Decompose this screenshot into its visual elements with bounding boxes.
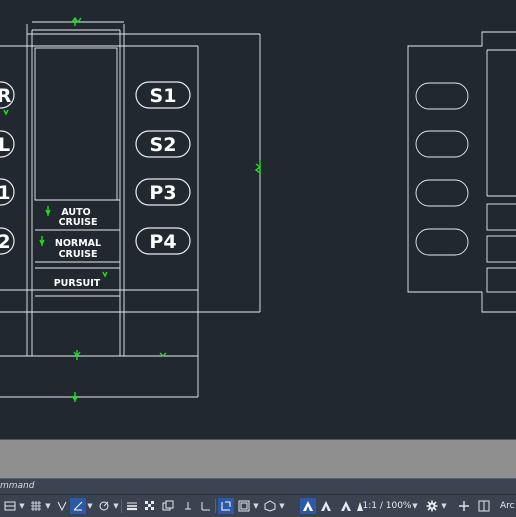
status-bar: ▼ ▼ ▼ ▼ ▼ ▼ 1:1 / 100% ▼ ▼ Arc [0,494,516,517]
dimension-grip-mode2 [39,236,45,246]
chevron-down-icon[interactable]: ▼ [86,498,94,514]
button-s1-label: S1 [150,85,177,107]
button-s2-label: S2 [150,134,177,156]
pursuit-label: PURSUIT [54,278,101,289]
left-button-2-label: L [0,134,10,156]
chevron-down-icon[interactable]: ▼ [278,498,286,514]
lineweight-icon[interactable] [124,498,140,514]
side-slot-2 [415,130,469,158]
annotation-scale-label[interactable]: 1:1 / 100% [363,498,412,514]
side-slot-1 [415,82,469,110]
divider [121,499,122,513]
cad-drawing: S1 S2 P3 P4 R L 1 2 AUTO CRUISE NORMAL C… [0,16,516,402]
command-prompt: mmand [0,481,35,491]
dimension-grip-base [71,392,79,402]
polar-tracking-icon[interactable] [96,498,112,514]
dimension-grip-mode1 [45,206,51,216]
side-tab-2 [486,235,516,263]
units-icon[interactable] [476,498,492,514]
chevron-down-icon[interactable]: ▼ [112,498,120,514]
plus-icon[interactable] [456,498,472,514]
left-button-1-label: R [0,85,12,107]
dimension-grip-left [3,109,9,116]
dimension-grip-right [254,160,262,174]
3d-osnap-icon[interactable] [180,498,196,514]
selection-cycling-icon[interactable] [160,498,176,514]
side-slot-4 [415,228,469,256]
auto-scale-icon[interactable] [300,498,316,514]
divider [215,499,216,513]
button-p3-label: P3 [149,182,176,204]
display-window [34,47,118,201]
chevron-down-icon[interactable]: ▼ [252,498,260,514]
button-p4-label: P4 [149,231,176,253]
command-history-area [0,440,516,478]
chevron-down-icon[interactable]: ▼ [411,498,419,514]
chevron-down-icon[interactable]: ▼ [44,498,52,514]
side-view-outline [407,31,516,313]
transparency-icon[interactable] [142,498,158,514]
drawing-canvas[interactable]: S1 S2 P3 P4 R L 1 2 AUTO CRUISE NORMAL C… [0,0,516,440]
annotation-scale-icon[interactable] [318,498,334,514]
dynamic-ucs-icon[interactable] [198,498,214,514]
dimension-grip-bottom [73,350,81,360]
gizmo-icon[interactable] [236,498,252,514]
side-tab-3 [486,267,516,293]
gear-icon[interactable] [424,498,440,514]
normal-cruise-line1: NORMAL [55,238,101,249]
snap-icon[interactable] [54,498,70,514]
selection-filter-icon[interactable] [218,498,234,514]
normal-cruise-line2: CRUISE [59,249,98,260]
ortho-icon[interactable] [70,498,86,514]
annotation-visibility-icon[interactable] [262,498,278,514]
dimension-grip-pursuit [102,271,108,278]
model-space-icon[interactable] [2,498,18,514]
chevron-down-icon[interactable]: ▼ [440,498,448,514]
grid-icon[interactable] [28,498,44,514]
left-button-4-label: 2 [0,231,11,253]
command-line[interactable]: mmand [0,478,516,494]
chevron-down-icon[interactable]: ▼ [18,498,26,514]
side-slot-3 [415,179,469,207]
left-button-3-label: 1 [0,182,11,204]
auto-cruise-line2: CRUISE [59,217,98,228]
workspace-label[interactable]: Arc [500,498,516,514]
side-tab-1 [486,203,516,231]
